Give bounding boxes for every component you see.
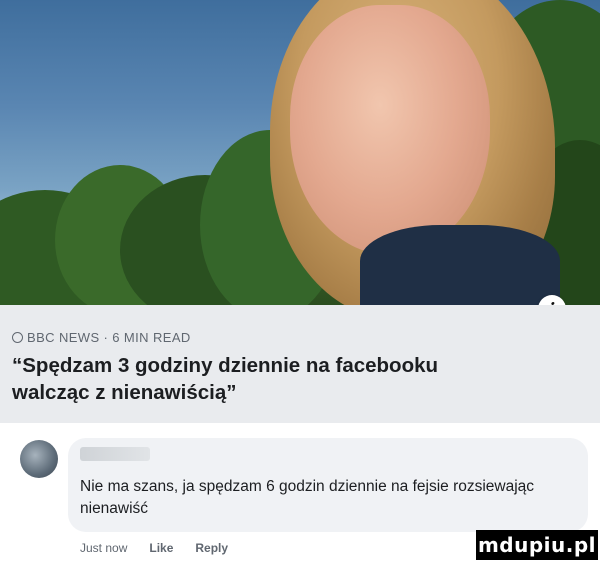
- article-photo[interactable]: [0, 0, 600, 305]
- comment-timestamp[interactable]: Just now: [80, 541, 127, 555]
- comment-text: Nie ma szans, ja spędzam 6 godzin dzienn…: [80, 478, 535, 517]
- comment-author[interactable]: [80, 447, 150, 461]
- like-link[interactable]: Like: [149, 541, 173, 555]
- comment-actions: Just now Like Reply: [80, 541, 228, 555]
- photo-person-face: [290, 5, 490, 255]
- watermark-logo: mdupiu.pl: [476, 530, 598, 560]
- article-source-label: BBC NEWS · 6 MIN READ: [27, 330, 191, 345]
- globe-icon: [12, 332, 23, 343]
- photo-person-shirt: [360, 225, 560, 305]
- article-headline[interactable]: “Spędzam 3 godziny dziennie na facebooku…: [12, 352, 482, 406]
- avatar[interactable]: [20, 440, 58, 478]
- reply-link[interactable]: Reply: [195, 541, 228, 555]
- article-source: BBC NEWS · 6 MIN READ: [12, 330, 191, 345]
